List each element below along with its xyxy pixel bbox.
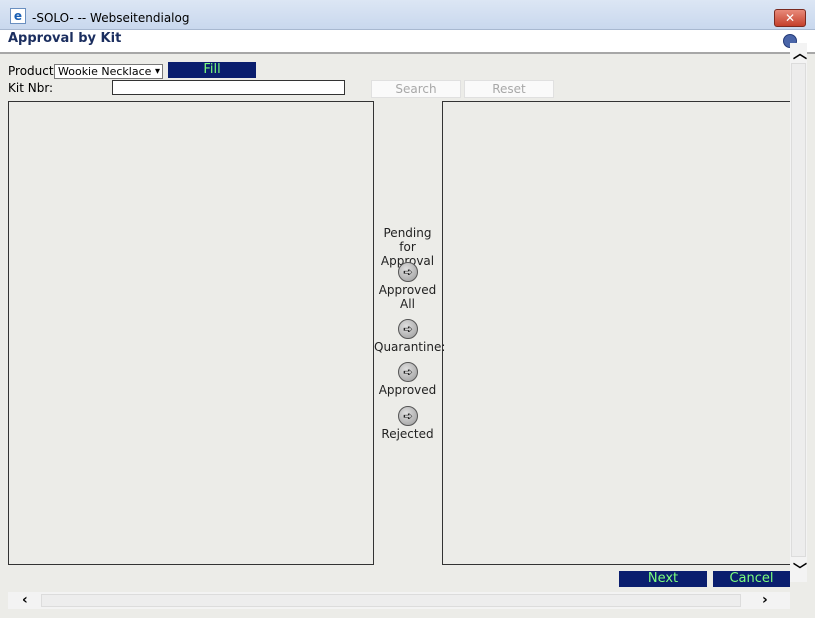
reset-button[interactable]: Reset (464, 80, 554, 98)
next-button[interactable]: Next (619, 571, 707, 587)
arrow-right-icon[interactable]: ➪ (398, 406, 418, 426)
cancel-button[interactable]: Cancel (713, 571, 790, 587)
right-list[interactable] (442, 101, 792, 565)
kitnbr-input[interactable] (112, 80, 345, 95)
approved-all-label: Approved All (378, 283, 437, 311)
product-select-value: Wookie Necklace (58, 65, 152, 78)
search-button[interactable]: Search (371, 80, 461, 98)
close-button[interactable]: ✕ (774, 9, 806, 27)
window-title: -SOLO- -- Webseitendialog (32, 11, 190, 25)
quarantine-label: Quarantine: (374, 340, 446, 354)
vertical-scroll-thumb[interactable] (791, 63, 806, 557)
vertical-scrollbar[interactable]: ︿ ﹀ (790, 43, 807, 582)
ie-icon: e (10, 8, 26, 24)
left-list[interactable] (8, 101, 374, 565)
arrow-right-icon[interactable]: ➪ (398, 262, 418, 282)
arrow-right-icon[interactable]: ➪ (398, 319, 418, 339)
page-header: Approval by Kit (0, 30, 815, 54)
chevron-down-icon: ▾ (154, 66, 160, 77)
chevron-left-icon[interactable]: ‹ (22, 592, 28, 608)
product-select[interactable]: Wookie Necklace ▾ (54, 64, 163, 79)
horizontal-scroll-thumb[interactable] (41, 594, 741, 607)
rejected-label: Rejected (381, 427, 434, 441)
kitnbr-label: Kit Nbr: (8, 81, 54, 95)
chevron-down-icon[interactable]: ﹀ (793, 560, 807, 580)
fill-button[interactable]: Fill (168, 62, 256, 78)
approved-label: Approved (378, 383, 437, 397)
window-titlebar: e -SOLO- -- Webseitendialog ✕ (0, 0, 815, 30)
chevron-right-icon[interactable]: › (762, 592, 768, 608)
chevron-up-icon[interactable]: ︿ (793, 43, 807, 63)
page-title: Approval by Kit (8, 31, 122, 46)
product-label: Product (8, 64, 54, 78)
arrow-right-icon[interactable]: ➪ (398, 362, 418, 382)
dialog-content: Approval by Kit Product Wookie Necklace … (0, 30, 815, 618)
horizontal-scrollbar[interactable]: ‹ › (8, 592, 790, 609)
